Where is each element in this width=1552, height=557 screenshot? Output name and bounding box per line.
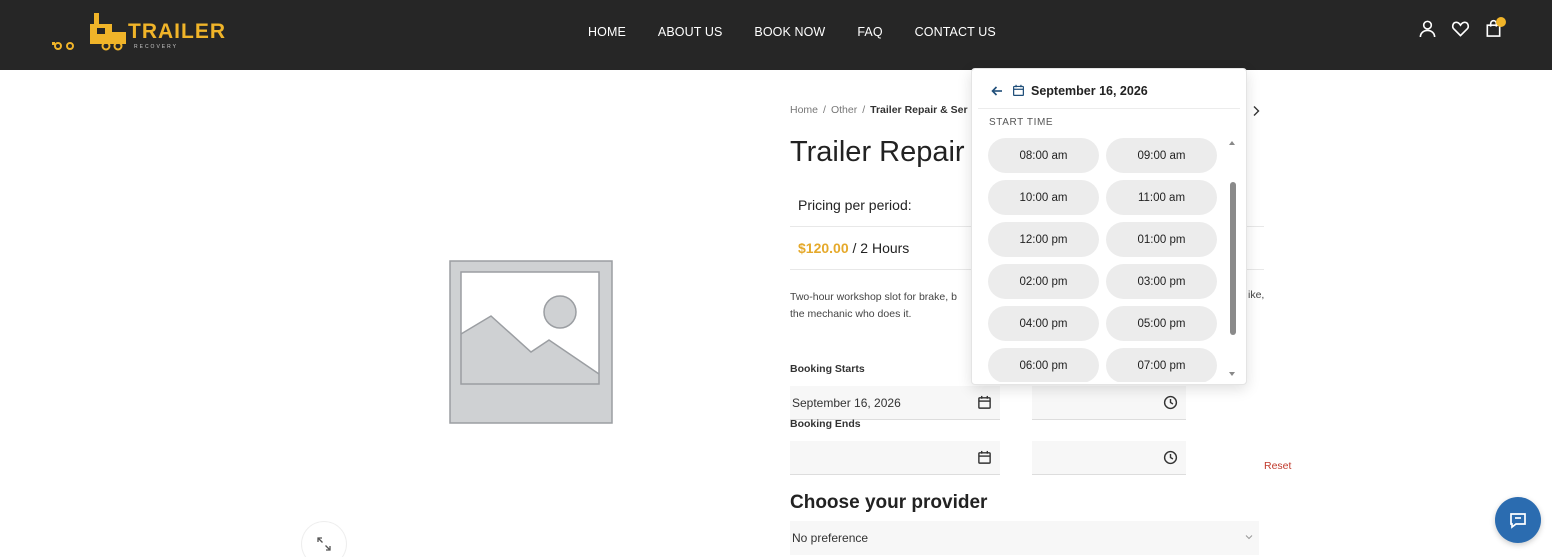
breadcrumb-home[interactable]: Home — [790, 104, 818, 116]
breadcrumb: Home / Other / Trailer Repair & Ser — [790, 104, 968, 116]
reset-link[interactable]: Reset — [1264, 460, 1291, 472]
heart-icon[interactable] — [1451, 19, 1470, 38]
product-title: Trailer Repair — [790, 136, 965, 168]
time-slot[interactable]: 11:00 am — [1106, 180, 1217, 215]
breadcrumb-category[interactable]: Other — [831, 104, 857, 116]
booking-starts-label: Booking Starts — [790, 363, 865, 375]
booking-ends-label: Booking Ends — [790, 418, 861, 430]
nav-home[interactable]: HOME — [588, 25, 626, 39]
nav-about-us[interactable]: ABOUT US — [658, 25, 722, 39]
main-nav: HOME ABOUT US BOOK NOW FAQ CONTACT US — [572, 0, 1012, 64]
scroll-up-arrow[interactable] — [1229, 141, 1235, 145]
scroll-down-arrow[interactable] — [1229, 372, 1235, 376]
clock-icon — [1163, 450, 1178, 465]
chat-icon — [1510, 513, 1526, 529]
product-image-placeholder[interactable] — [445, 256, 617, 428]
next-product-icon[interactable] — [1251, 104, 1261, 116]
brand-tagline: RECOVERY — [134, 44, 178, 50]
image-placeholder-icon — [449, 260, 613, 424]
time-list-scrollbar[interactable] — [1230, 182, 1236, 335]
time-slot[interactable]: 09:00 am — [1106, 138, 1217, 173]
bag-icon[interactable] — [1484, 17, 1506, 38]
time-slot-list: 08:00 am 09:00 am 10:00 am 11:00 am 12:0… — [988, 138, 1220, 382]
cart-count-badge — [1496, 17, 1506, 27]
time-picker-heading: START TIME — [989, 117, 1054, 128]
pricing-label: Pricing per period: — [798, 197, 912, 213]
calendar-icon — [1013, 84, 1024, 96]
provider-select[interactable]: No preference — [790, 521, 1259, 555]
time-picker-popup: September 16, 2026 START TIME 08:00 am 0… — [971, 68, 1247, 385]
nav-contact-us[interactable]: CONTACT US — [915, 25, 996, 39]
time-slot[interactable]: 06:00 pm — [988, 348, 1099, 382]
time-slot[interactable]: 10:00 am — [988, 180, 1099, 215]
time-slot[interactable]: 03:00 pm — [1106, 264, 1217, 299]
time-slot[interactable]: 07:00 pm — [1106, 348, 1217, 382]
provider-heading: Choose your provider — [790, 492, 988, 513]
expand-icon — [317, 537, 331, 551]
clock-icon — [1163, 395, 1178, 410]
time-slot[interactable]: 04:00 pm — [988, 306, 1099, 341]
arrow-left-icon[interactable] — [990, 84, 1004, 98]
calendar-icon — [978, 395, 991, 409]
site-logo[interactable]: TRAILER RECOVERY — [50, 10, 225, 54]
breadcrumb-current: Trailer Repair & Ser — [870, 104, 968, 116]
truck-logo-icon — [52, 13, 126, 51]
booking-start-time-field[interactable] — [1032, 386, 1186, 420]
site-header: TRAILER RECOVERY HOME ABOUT US BOOK NOW … — [0, 0, 1552, 70]
calendar-icon — [978, 450, 991, 464]
time-picker-date: September 16, 2026 — [1031, 83, 1148, 98]
user-icon[interactable] — [1418, 19, 1437, 38]
header-actions — [1418, 17, 1506, 38]
booking-end-time-field[interactable] — [1032, 441, 1186, 475]
time-slot[interactable]: 02:00 pm — [988, 264, 1099, 299]
time-slot[interactable]: 05:00 pm — [1106, 306, 1217, 341]
time-picker-header: September 16, 2026 — [978, 73, 1240, 109]
provider-selected-value: No preference — [792, 531, 869, 545]
time-slot[interactable]: 08:00 am — [988, 138, 1099, 173]
nav-book-now[interactable]: BOOK NOW — [754, 25, 825, 39]
nav-faq[interactable]: FAQ — [857, 25, 882, 39]
brand-name: TRAILER — [128, 20, 226, 43]
booking-end-date-field[interactable] — [790, 441, 1000, 475]
image-zoom-button[interactable] — [302, 522, 346, 557]
booking-start-date-field[interactable]: September 16, 2026 — [790, 386, 1000, 420]
price-amount: $120.00 — [798, 240, 849, 256]
time-slot[interactable]: 12:00 pm — [988, 222, 1099, 257]
price-period: / 2 Hours — [852, 240, 910, 256]
time-slot[interactable]: 01:00 pm — [1106, 222, 1217, 257]
product-description-tail: ike, — [1248, 289, 1265, 301]
chat-button[interactable] — [1495, 497, 1541, 543]
chevron-down-icon — [1245, 535, 1253, 540]
